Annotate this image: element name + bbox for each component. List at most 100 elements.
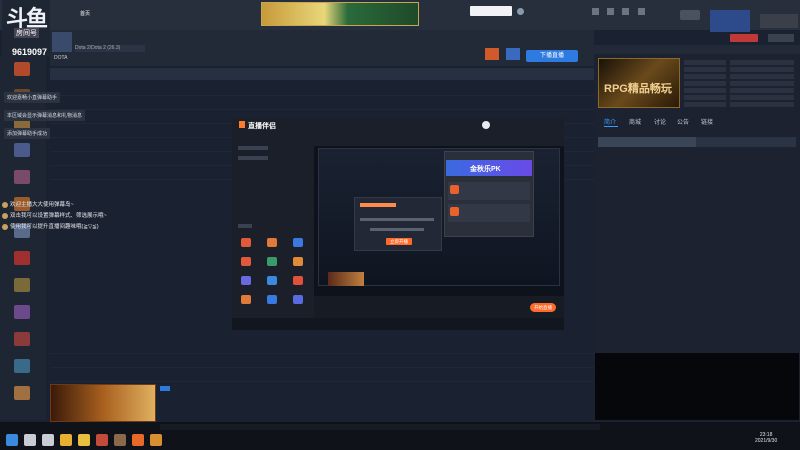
pk-item[interactable] [448,182,530,200]
app-icon[interactable] [114,434,126,446]
pk-title: 金秋乐PK [470,166,501,173]
room-id: 9619097 [12,47,48,57]
promo-box[interactable] [710,10,750,32]
game-info-lines-2 [730,60,794,108]
top-search-input[interactable] [470,6,512,16]
tool-tile[interactable] [293,238,303,247]
sub-tab-a[interactable] [598,137,696,147]
tool-tile[interactable] [293,276,303,285]
notice-bar [160,424,600,430]
search-icon[interactable] [24,434,36,446]
tool-tile[interactable] [241,238,251,247]
sidebar-item-icon[interactable] [14,359,30,373]
category-select[interactable]: Dota 2/Dota 2 (26.3) [75,45,145,52]
record-button[interactable] [730,34,758,42]
tab-intro[interactable]: 简介 [604,117,616,126]
dialog-text [360,218,434,221]
start-live-button[interactable]: 下播直播 [526,50,578,62]
pk-item[interactable] [448,204,530,222]
table-row [50,340,594,354]
sidebar-item-icon[interactable] [14,386,30,400]
sidebar-item-icon[interactable] [14,143,30,157]
settings-icon[interactable] [638,8,645,15]
avatar[interactable] [680,10,700,20]
folder-icon[interactable] [78,434,90,446]
tool-tile[interactable] [267,257,277,266]
preview-thumbnail [328,272,364,286]
scene-item[interactable] [238,146,268,150]
chat-avatar [2,212,8,219]
promo-box-2[interactable] [760,14,798,28]
inner-tabs [314,132,564,146]
notification: 添加弹幕助手成功 [4,128,51,139]
tab-discuss[interactable]: 讨论 [654,117,666,126]
clock: 23:18 2021/9/30 [755,432,777,444]
scene-item[interactable] [238,156,268,160]
notification: 欢迎嘉畅小直弹幕助手 [4,92,61,103]
tab-shop[interactable]: 商城 [629,117,641,126]
chat-text: 欢迎主播大大使用弹幕岛~ [10,202,74,208]
tool-tile[interactable] [267,276,277,285]
app-icon[interactable] [150,434,162,446]
sidebar-item-icon[interactable] [14,332,30,346]
inner-titlebar [232,118,564,132]
tool-tile[interactable] [241,295,251,304]
top-banner-ad[interactable] [261,2,419,26]
companion-title: 直播伴侣 [248,123,276,130]
dialog-text [370,228,424,231]
tool-tile[interactable] [267,295,277,304]
sidebar-item-icon[interactable] [14,305,30,319]
download-icon[interactable] [622,8,629,15]
tab-notice[interactable]: 公告 [677,117,689,126]
companion-logo-icon [239,121,245,128]
inner-statusbar [232,318,564,330]
inner-toolbar [314,296,564,318]
message-icon[interactable] [592,8,599,15]
task-view-icon[interactable] [42,434,54,446]
gift-icon[interactable] [485,48,499,60]
game-info-lines [684,60,726,108]
dialog-confirm-button[interactable]: 立即开播 [386,238,412,245]
tool-tile[interactable] [267,238,277,247]
table-row [50,354,594,368]
screen: 斗鱼 房间号 9619097 首页 DOTA Dota 2/Dota 2 (26… [0,0,800,450]
chat-line: 双击我可以设置弹幕样式、筛选展示哦~ [2,211,107,219]
tool-icon[interactable] [506,48,520,60]
room-label: 房间号 [14,28,39,38]
sidebar-item-icon[interactable] [14,251,30,265]
table-row [50,82,594,96]
small-button[interactable] [768,34,794,42]
chat-line: 欢迎主播大大使用弹幕岛~ [2,200,74,208]
banner-tag [160,386,170,391]
streamer-avatar[interactable] [52,32,72,52]
sidebar-item-icon[interactable] [14,62,30,76]
tool-tile[interactable] [293,257,303,266]
active-tab-indicator [604,126,618,127]
notification: 本区域会显示弹幕消息和礼物消息 [4,110,86,121]
windows-icon[interactable] [6,434,18,446]
game-banner[interactable] [50,384,156,422]
game-tag: DOTA [54,55,68,61]
table-row [50,96,594,110]
sidebar-item-icon[interactable] [14,170,30,184]
tab-link[interactable]: 链接 [701,117,713,126]
pk-item-icon [450,185,459,194]
preview-area [595,353,799,420]
history-icon[interactable] [607,8,614,15]
chrome-icon[interactable] [60,434,72,446]
sidebar-item-icon[interactable] [14,278,30,292]
top-tab-home[interactable]: 首页 [80,10,90,17]
tool-tile[interactable] [293,295,303,304]
clock-date: 2021/9/30 [755,438,778,444]
user-icon[interactable] [517,8,524,15]
tool-tile[interactable] [241,257,251,266]
inner-avatar[interactable] [482,121,490,129]
chat-avatar [2,223,8,230]
app-icon[interactable] [96,434,108,446]
app-icon[interactable] [132,434,144,446]
start-live-inner-button[interactable]: 开始直播 [530,303,556,312]
right-panel-header [594,45,800,54]
chat-line: 使用我可以提升直播间趣味哦(≧▽≦) [2,222,99,230]
pk-item-icon [450,207,459,216]
tool-tile[interactable] [241,276,251,285]
